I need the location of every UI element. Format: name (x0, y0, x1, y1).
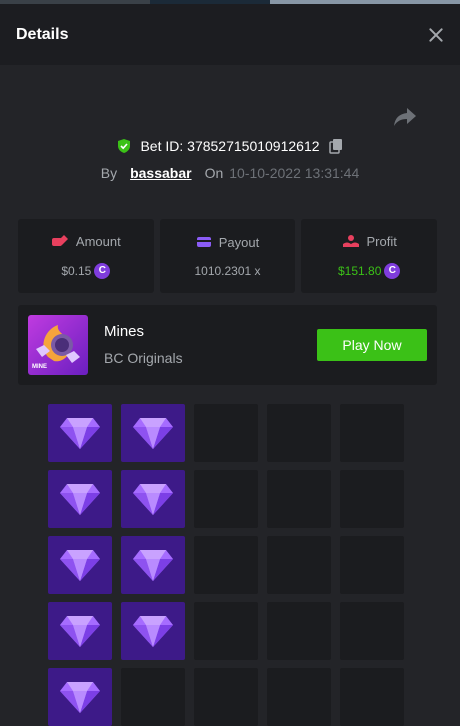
hidden-tile (194, 668, 258, 726)
payout-value: 1010.2301 x (194, 263, 261, 278)
wallet-icon (196, 237, 211, 247)
hand-coins-icon (51, 235, 68, 246)
gem-icon (133, 616, 173, 647)
amount-value: $0.15 (61, 263, 92, 278)
details-header: Details (0, 4, 460, 65)
hidden-tile (340, 536, 404, 594)
gem-icon (133, 484, 173, 515)
bcd-coin-icon: C (384, 262, 401, 279)
bcd-coin-icon: C (94, 262, 111, 279)
gem-tile (48, 602, 112, 660)
stat-payout: Payout 1010.2301 x (159, 219, 296, 293)
stat-profit: Profit $151.80 C (301, 219, 438, 293)
hidden-tile (340, 602, 404, 660)
gem-icon (60, 484, 100, 515)
username-link[interactable]: bassabar (130, 165, 191, 181)
gem-icon (60, 682, 100, 713)
gem-icon (60, 550, 100, 581)
hidden-tile (340, 668, 404, 726)
page-title: Details (16, 25, 69, 43)
hidden-tile (267, 404, 331, 462)
bet-id-value: 37852715010912612 (187, 138, 320, 154)
hidden-tile (194, 536, 258, 594)
game-thumbnail[interactable]: MINE (28, 315, 88, 375)
gem-tile (121, 602, 185, 660)
bet-date: 10-10-2022 13:31:44 (229, 165, 360, 181)
bet-id-row: Bet ID: 37852715010912612 (0, 136, 460, 156)
by-label: By (100, 165, 118, 181)
hidden-tile (340, 404, 404, 462)
hidden-tile (267, 668, 331, 726)
mines-board (48, 404, 404, 726)
hidden-tile (340, 470, 404, 528)
gem-tile (121, 536, 185, 594)
gem-icon (60, 418, 100, 449)
hidden-tile (267, 536, 331, 594)
gem-tile (48, 536, 112, 594)
play-now-button[interactable]: Play Now (317, 329, 427, 361)
hidden-tile (194, 470, 258, 528)
hidden-tile (194, 404, 258, 462)
bet-id-label: Bet ID: (140, 138, 184, 154)
game-provider: BC Originals (104, 350, 183, 366)
gem-tile (48, 470, 112, 528)
gem-icon (133, 550, 173, 581)
gem-tile (48, 404, 112, 462)
copy-icon[interactable] (328, 138, 344, 154)
amount-label: Amount (75, 233, 121, 249)
hidden-tile (194, 602, 258, 660)
game-card: MINE Mines BC Originals Play Now (18, 305, 437, 385)
gem-tile (121, 470, 185, 528)
hand-profit-icon (342, 235, 359, 247)
bet-stats: Amount $0.15 C Payout 1010.2301 x Profit… (18, 219, 438, 293)
profit-value: $151.80 (337, 263, 382, 278)
gem-tile (48, 668, 112, 726)
close-icon[interactable] (428, 27, 444, 43)
profit-label: Profit (366, 233, 397, 249)
hidden-tile (267, 470, 331, 528)
hidden-tile (121, 668, 185, 726)
thumbnail-label: MINE (32, 364, 47, 370)
share-icon[interactable] (393, 106, 417, 128)
gem-icon (60, 616, 100, 647)
payout-label: Payout (218, 234, 260, 250)
game-name: Mines (104, 323, 145, 340)
gem-tile (121, 404, 185, 462)
stat-amount: Amount $0.15 C (18, 219, 154, 293)
hidden-tile (267, 602, 331, 660)
gem-icon (133, 418, 173, 449)
bet-author-row: By bassabar On 10-10-2022 13:31:44 (0, 163, 460, 183)
on-label: On (204, 165, 224, 181)
verified-shield-icon (118, 139, 131, 153)
